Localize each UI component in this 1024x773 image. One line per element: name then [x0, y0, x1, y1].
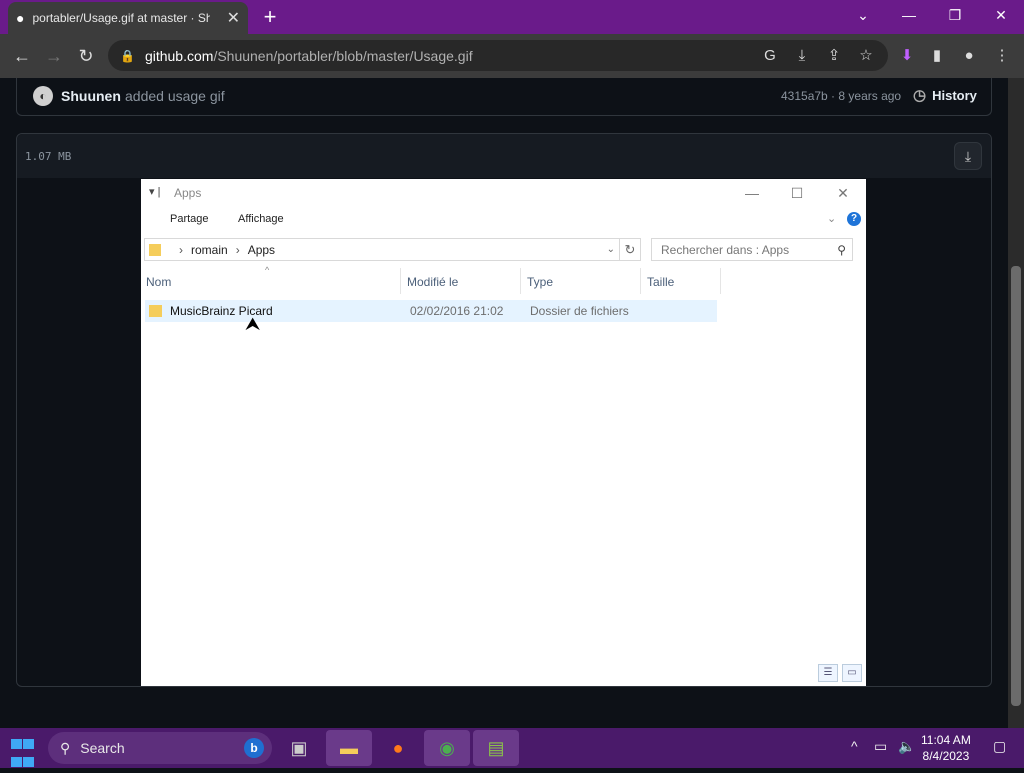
details-view-icon[interactable]: ☰: [818, 664, 838, 682]
file-row[interactable]: MusicBrainz Picard 02/02/2016 21:02 Doss…: [145, 300, 717, 322]
file-size: 1.07 MB: [25, 150, 72, 163]
lock-icon: 🔒: [120, 48, 135, 63]
taskbar-search[interactable]: ⚲ Search b: [48, 732, 272, 764]
ribbon-expand-icon[interactable]: ⌄: [827, 212, 836, 225]
url-path: /Shuunen/portabler/blob/master/Usage.gif: [213, 47, 473, 64]
history-icon: ◷: [913, 87, 927, 104]
tab-search-icon[interactable]: ⌄: [848, 4, 878, 26]
share-icon[interactable]: ⇪: [823, 45, 845, 67]
network-icon[interactable]: ▭: [874, 738, 887, 755]
download-icon: ⤓: [964, 148, 972, 164]
breadcrumb-separator-icon: ›: [235, 242, 240, 257]
browser-tab[interactable]: ● portabler/Usage.gif at master · Sh ✕: [8, 2, 248, 34]
commit-author[interactable]: Shuunen: [61, 88, 121, 104]
file-type: Dossier de fichiers: [530, 304, 629, 318]
file-explorer-icon[interactable]: ▬: [326, 730, 372, 766]
firefox-icon[interactable]: ●: [375, 730, 421, 766]
show-hidden-icons-icon[interactable]: ^: [851, 738, 858, 754]
github-icon: ●: [16, 10, 25, 26]
menu-icon[interactable]: ⋮: [991, 45, 1013, 67]
extension-icon[interactable]: ⬇: [896, 45, 918, 67]
explorer-address-bar[interactable]: › romain › Apps ⌄: [144, 238, 620, 261]
file-name: MusicBrainz Picard: [170, 304, 273, 318]
mouse-cursor-icon: ⮝: [245, 314, 261, 334]
explorer-minimize-icon[interactable]: —: [737, 183, 767, 203]
bing-icon[interactable]: b: [244, 738, 264, 758]
large-icons-view-icon[interactable]: ▭: [842, 664, 862, 682]
breadcrumb-separator-icon: ›: [179, 242, 183, 257]
forward-icon[interactable]: →: [42, 44, 66, 68]
task-view-icon[interactable]: ▣: [276, 730, 322, 766]
windows-start-icon[interactable]: [11, 737, 35, 767]
url-text: github.com/Shuunen/portabler/blob/master…: [145, 48, 473, 64]
file-modified: 02/02/2016 21:02: [410, 304, 504, 318]
folder-icon: [149, 305, 162, 317]
install-icon[interactable]: ⤓: [791, 45, 813, 67]
explorer-maximize-icon[interactable]: ☐: [782, 183, 812, 203]
column-header-modified[interactable]: Modifié le: [407, 275, 458, 289]
column-divider[interactable]: [720, 268, 721, 294]
clock-time: 11:04 AM: [921, 733, 971, 747]
breadcrumb-romain[interactable]: romain: [191, 243, 228, 257]
ribbon-tab-affichage[interactable]: Affichage: [238, 213, 284, 225]
ribbon-tab-partage[interactable]: Partage: [170, 213, 209, 225]
minimize-icon[interactable]: —: [894, 4, 924, 26]
history-label: History: [932, 87, 977, 103]
search-icon: ⚲: [60, 739, 71, 756]
tab-close-icon[interactable]: ✕: [227, 8, 240, 28]
view-toggle: ☰ ▭: [818, 664, 862, 682]
file-header: [17, 134, 991, 178]
folder-icon: [149, 243, 161, 256]
help-icon[interactable]: ?: [847, 212, 861, 226]
history-button[interactable]: ◷ History: [913, 86, 977, 104]
notepad-icon[interactable]: ▤: [473, 730, 519, 766]
close-window-icon[interactable]: ✕: [986, 4, 1016, 26]
explorer-title: Apps: [174, 186, 202, 200]
tab-title: portabler/Usage.gif at master · Sh: [32, 11, 211, 25]
avatar[interactable]: ◐: [33, 86, 53, 106]
sort-ascending-icon: ^: [265, 265, 270, 275]
restore-icon[interactable]: ❐: [940, 4, 970, 26]
address-dropdown-icon[interactable]: ⌄: [607, 244, 615, 255]
reload-icon[interactable]: ↻: [74, 44, 98, 68]
notifications-icon[interactable]: ▢: [993, 738, 1006, 755]
column-divider[interactable]: [640, 268, 641, 294]
quick-access-dropdown-icon[interactable]: ▾ |: [149, 185, 160, 198]
new-tab-button[interactable]: +: [258, 5, 282, 29]
google-icon[interactable]: G: [759, 45, 781, 67]
side-panel-icon[interactable]: ▮: [926, 45, 948, 67]
clock-date: 8/4/2023: [922, 749, 970, 763]
column-header-type[interactable]: Type: [527, 275, 553, 289]
commit-message[interactable]: added usage gif: [125, 88, 225, 104]
column-divider[interactable]: [520, 268, 521, 294]
download-button[interactable]: ⤓: [954, 142, 982, 170]
commit-meta[interactable]: 4315a7b · 8 years ago: [781, 89, 901, 103]
explorer-close-icon[interactable]: ✕: [828, 183, 858, 203]
taskbar-clock[interactable]: 11:04 AM 8/4/2023: [921, 732, 971, 764]
back-icon[interactable]: ←: [10, 44, 34, 68]
breadcrumb-apps[interactable]: Apps: [248, 243, 275, 257]
taskbar-search-label: Search: [80, 740, 125, 756]
profile-icon[interactable]: ●: [958, 45, 980, 67]
explorer-refresh-icon[interactable]: ↻: [620, 238, 641, 261]
bookmark-star-icon[interactable]: ☆: [855, 45, 877, 67]
url-host: github.com: [144, 47, 214, 64]
chrome-icon[interactable]: ◉: [424, 730, 470, 766]
search-icon: ⚲: [837, 242, 846, 257]
column-divider[interactable]: [400, 268, 401, 294]
column-header-size[interactable]: Taille: [647, 275, 674, 289]
scrollbar-thumb[interactable]: [1011, 266, 1021, 706]
explorer-search-input[interactable]: Rechercher dans : Apps ⚲: [651, 238, 853, 261]
column-header-name[interactable]: Nom: [146, 275, 171, 289]
volume-icon[interactable]: 🔈: [898, 738, 915, 755]
search-placeholder: Rechercher dans : Apps: [661, 242, 790, 257]
